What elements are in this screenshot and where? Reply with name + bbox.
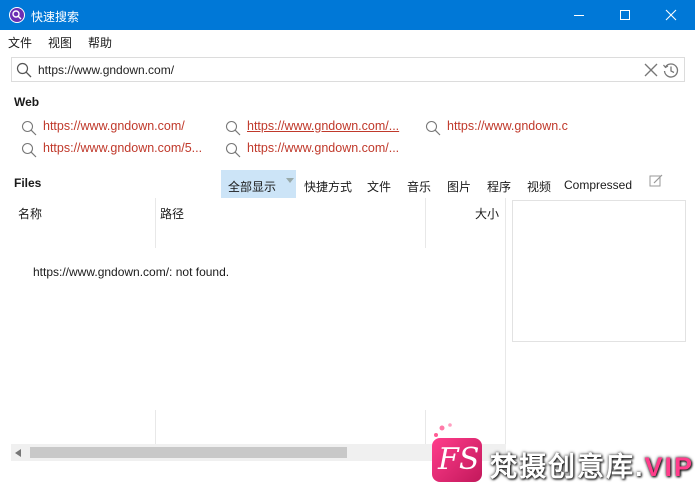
chevron-down-icon[interactable] [286,178,294,184]
web-result-text[interactable]: https://www.gndown.com/ [43,119,185,133]
web-result-text[interactable]: https://www.gndown.com/... [247,141,399,155]
web-result-text[interactable]: https://www.gndown.com/5... [43,141,202,155]
minimize-button[interactable] [556,0,602,30]
menu-help[interactable]: 帮助 [88,34,112,51]
clear-icon[interactable] [644,63,658,77]
web-section-title: Web [14,95,40,109]
search-input[interactable]: https://www.gndown.com/ [11,57,685,82]
search-icon [16,62,32,78]
column-header-size[interactable]: 大小 [475,205,499,222]
tab-files[interactable]: 文件 [362,170,396,198]
search-icon [21,120,37,136]
web-result-link[interactable]: https://www.gndown.c [425,118,582,136]
tab-music[interactable]: 音乐 [402,170,436,198]
web-result-link[interactable]: https://www.gndown.com/... [225,140,420,158]
search-icon [225,142,241,158]
watermark-text: 梵摄创意库.VIP [490,452,695,482]
search-value[interactable]: https://www.gndown.com/ [38,63,174,77]
menu-bar: 文件 视图 帮助 [0,30,695,51]
column-header-name[interactable]: 名称 [18,205,42,222]
tab-videos[interactable]: 视频 [522,170,556,198]
maximize-button[interactable] [602,0,648,30]
column-divider[interactable] [425,198,426,248]
web-result-link[interactable]: https://www.gndown.com/5... [21,140,221,158]
history-icon[interactable] [662,62,679,79]
tab-programs[interactable]: 程序 [482,170,516,198]
watermark-logo: FS [432,438,482,482]
tab-images[interactable]: 图片 [442,170,476,198]
web-result-text[interactable]: https://www.gndown.c [447,119,568,133]
menu-view[interactable]: 视图 [48,34,72,51]
close-button[interactable] [648,0,694,30]
search-icon [21,142,37,158]
not-found-message: https://www.gndown.com/: not found. [33,265,230,279]
tab-compressed[interactable]: Compressed [562,170,634,198]
edit-icon[interactable] [649,174,663,188]
tab-show-all[interactable]: 全部显示 [221,170,296,198]
app-icon [9,7,25,23]
column-divider[interactable] [155,198,156,248]
tab-shortcuts[interactable]: 快捷方式 [300,170,356,198]
search-icon [425,120,441,136]
window-title: 快速搜索 [31,10,80,24]
scrollbar-thumb[interactable] [30,447,347,458]
title-bar: 快速搜索 [0,0,695,30]
tab-label: 全部显示 [228,180,277,194]
column-divider [155,410,156,445]
scroll-left-arrow-icon[interactable] [15,449,21,457]
search-icon [225,120,241,136]
column-header-path[interactable]: 路径 [160,205,184,222]
preview-panel [512,200,686,342]
web-result-link[interactable]: https://www.gndown.com/... [225,118,420,136]
web-result-link[interactable]: https://www.gndown.com/ [21,118,221,136]
files-section-title: Files [14,176,42,190]
web-result-text[interactable]: https://www.gndown.com/... [247,119,399,133]
column-divider [425,410,426,445]
menu-file[interactable]: 文件 [8,34,32,51]
